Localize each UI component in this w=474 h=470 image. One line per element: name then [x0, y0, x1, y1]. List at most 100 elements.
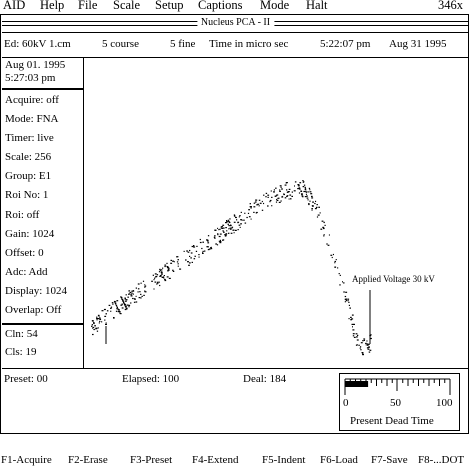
spectrum-point: [356, 344, 358, 346]
spectrum-point: [227, 223, 229, 225]
spectrum-point: [271, 205, 273, 207]
spectrum-point: [278, 197, 280, 199]
spectrum-point: [120, 304, 123, 306]
spectrum-point: [99, 318, 102, 320]
param-scale[interactable]: Scale: 256: [5, 151, 51, 163]
spectrum-point: [121, 298, 124, 300]
spectrum-point: [124, 300, 127, 302]
spectrum-point: [363, 339, 365, 341]
info-time: 5:22:07 pm: [320, 38, 371, 50]
spectrum-point: [290, 198, 292, 200]
param-mode[interactable]: Mode: FNA: [5, 113, 58, 125]
spectrum-point: [323, 221, 325, 223]
spectrum-point: [350, 316, 352, 318]
spectrum-point: [160, 269, 163, 271]
param-adc[interactable]: Adc: Add: [5, 266, 47, 278]
param-offset[interactable]: Offset: 0: [5, 247, 44, 259]
spectrum-point: [189, 262, 191, 264]
spectrum-point: [288, 188, 291, 190]
spectrum-point: [309, 189, 311, 191]
fkey-f6[interactable]: F6-Load: [320, 454, 358, 466]
spectrum-point: [202, 252, 204, 254]
spectrum-point: [92, 333, 94, 336]
spectrum-point: [362, 352, 364, 354]
fkey-f1[interactable]: F1-Acquire: [1, 454, 52, 466]
menu-file[interactable]: File: [78, 0, 97, 13]
spectrum-point: [222, 230, 224, 232]
spectrum-point: [279, 185, 282, 187]
spectrum-point: [366, 340, 368, 342]
spectrum-point: [118, 311, 121, 313]
spectrum-point: [233, 215, 236, 217]
spectrum-point: [332, 253, 334, 256]
spectrum-point: [327, 244, 330, 246]
spectrum-point: [194, 255, 196, 257]
param-roi[interactable]: Roi: off: [5, 209, 39, 221]
spectrum-point: [270, 190, 272, 192]
spectrum-point: [263, 194, 265, 196]
spectrum-point: [162, 267, 164, 269]
menu-setup[interactable]: Setup: [155, 0, 183, 13]
spectrum-point: [303, 190, 306, 193]
spectrum-point: [139, 291, 141, 293]
spectrum-point: [158, 271, 160, 273]
spectrum-point: [121, 307, 124, 309]
spectrum-point: [261, 200, 263, 203]
spectrum-plot[interactable]: Applied Voltage 30 kV: [86, 58, 468, 368]
spectrum-point: [236, 219, 238, 221]
gauge-label-0: 0: [343, 397, 349, 409]
fkey-f5[interactable]: F5-Indent: [262, 454, 305, 466]
spectrum-point: [145, 285, 147, 287]
spectrum-point: [198, 256, 200, 258]
spectrum-point: [267, 194, 270, 196]
spectrum-point: [360, 346, 362, 348]
menu-halt[interactable]: Halt: [306, 0, 328, 13]
spectrum-point: [161, 276, 164, 278]
spectrum-point: [348, 301, 350, 303]
spectrum-point: [159, 269, 161, 271]
spectrum-point: [199, 241, 202, 244]
spectrum-point: [177, 256, 179, 258]
start-time: 5:27:03 pm: [5, 72, 56, 84]
param-timer[interactable]: Timer: live: [5, 132, 54, 144]
spectrum-point: [208, 248, 211, 250]
spectrum-point: [246, 216, 248, 219]
menu-scale[interactable]: Scale: [113, 0, 140, 13]
spectrum-point: [193, 246, 196, 248]
param-acquire[interactable]: Acquire: off: [5, 94, 59, 106]
menu-mode[interactable]: Mode: [260, 0, 289, 13]
spectrum-point: [176, 261, 179, 263]
spectrum-point: [301, 194, 303, 196]
spectrum-point: [322, 227, 325, 230]
menu-help[interactable]: Help: [40, 0, 64, 13]
menu-captions[interactable]: Captions: [198, 0, 242, 13]
fkey-f4[interactable]: F4-Extend: [192, 454, 238, 466]
spectrum-point: [281, 188, 283, 190]
param-display[interactable]: Display: 1024: [5, 285, 67, 297]
menu-aid[interactable]: AID: [3, 0, 25, 13]
fkey-f2[interactable]: F2-Erase: [68, 454, 108, 466]
spectrum-point: [170, 259, 172, 261]
window-titlebar[interactable]: Nucleus PCA - II: [2, 16, 469, 30]
spectrum-point: [285, 182, 288, 184]
param-gain[interactable]: Gain: 1024: [5, 228, 54, 240]
fkey-f7[interactable]: F7-Save: [371, 454, 408, 466]
spectrum-point: [335, 259, 337, 261]
spectrum-point: [344, 301, 346, 303]
spectrum-point: [241, 219, 243, 221]
spectrum-point: [193, 258, 196, 260]
spectrum-point: [92, 320, 94, 322]
spectrum-point: [95, 328, 98, 330]
param-group[interactable]: Group: E1: [5, 170, 51, 182]
param-roi-no[interactable]: Roi No: 1: [5, 189, 48, 201]
spectrum-point: [124, 298, 126, 300]
spectrum-point: [214, 229, 217, 231]
spectrum-point: [281, 196, 284, 198]
fkey-f3[interactable]: F3-Preset: [130, 454, 172, 466]
param-overlap[interactable]: Overlap: Off: [5, 304, 61, 316]
spectrum-point: [97, 327, 99, 329]
spectrum-point: [230, 232, 233, 234]
spectrum-point: [366, 344, 369, 346]
fkey-f8[interactable]: F8-...DOT: [418, 454, 464, 466]
spectrum-point: [115, 310, 118, 312]
